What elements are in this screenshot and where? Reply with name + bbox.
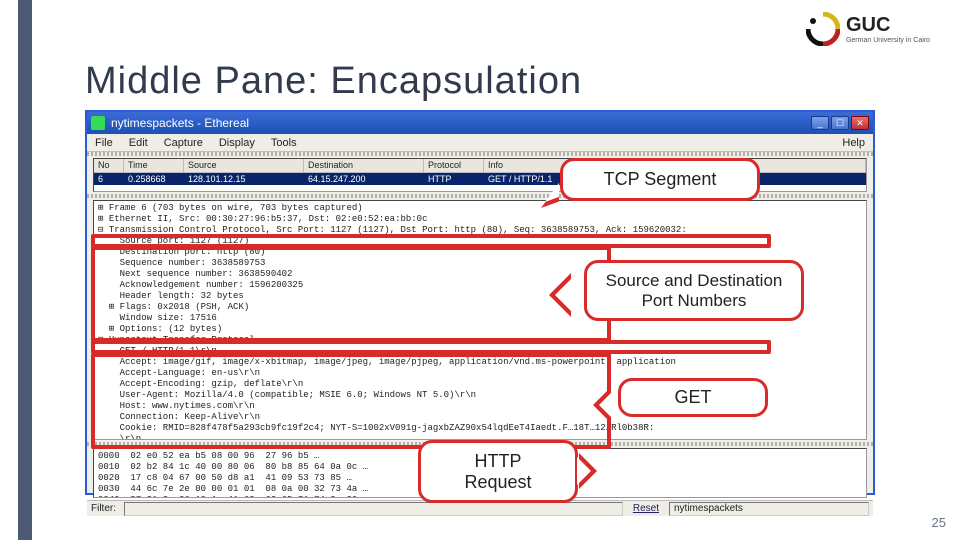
minimize-button[interactable]: _	[811, 116, 829, 130]
row-source: 128.101.12.15	[184, 174, 304, 184]
highlight-get-block	[91, 353, 611, 449]
callout-tcp-segment: TCP Segment	[560, 158, 760, 201]
titlebar[interactable]: nytimespackets - Ethereal _ ☐ ✕	[87, 112, 873, 134]
col-time[interactable]: Time	[124, 159, 184, 172]
page-number: 25	[932, 515, 946, 530]
menu-capture[interactable]: Capture	[164, 137, 203, 149]
guc-logo: GUC German University in Cairo	[806, 12, 930, 46]
row-no: 6	[94, 174, 124, 184]
slide-title: Middle Pane: Encapsulation	[85, 60, 582, 103]
menu-file[interactable]: File	[95, 137, 113, 149]
status-file: nytimespackets	[669, 502, 869, 516]
col-source[interactable]: Source	[184, 159, 304, 172]
toolbar-separator	[87, 152, 873, 156]
menu-edit[interactable]: Edit	[129, 137, 148, 149]
slide-accent-bar	[18, 0, 32, 540]
row-proto: HTTP	[424, 174, 484, 184]
reset-link[interactable]: Reset	[627, 503, 665, 514]
close-button[interactable]: ✕	[851, 116, 869, 130]
row-dest: 64.15.247.200	[304, 174, 424, 184]
filter-input[interactable]	[124, 502, 623, 516]
col-proto[interactable]: Protocol	[424, 159, 484, 172]
col-no[interactable]: No	[94, 159, 124, 172]
logo-text: GUC	[846, 14, 930, 37]
menu-help[interactable]: Help	[842, 137, 865, 149]
app-icon	[91, 116, 105, 130]
menu-display[interactable]: Display	[219, 137, 255, 149]
highlight-http-line	[91, 340, 771, 354]
row-time: 0.258668	[124, 174, 184, 184]
logo-subtitle: German University in Cairo	[846, 37, 930, 44]
maximize-button[interactable]: ☐	[831, 116, 849, 130]
filter-label: Filter:	[87, 503, 120, 514]
menu-tools[interactable]: Tools	[271, 137, 297, 149]
callout-get: GET	[618, 378, 768, 417]
callout-ports: Source and Destination Port Numbers	[584, 260, 804, 321]
window-title: nytimespackets - Ethereal	[111, 116, 249, 130]
col-dest[interactable]: Destination	[304, 159, 424, 172]
callout-http-request: HTTP Request	[418, 440, 578, 503]
menubar: File Edit Capture Display Tools Help	[87, 134, 873, 152]
logo-swirl-icon	[806, 12, 840, 46]
